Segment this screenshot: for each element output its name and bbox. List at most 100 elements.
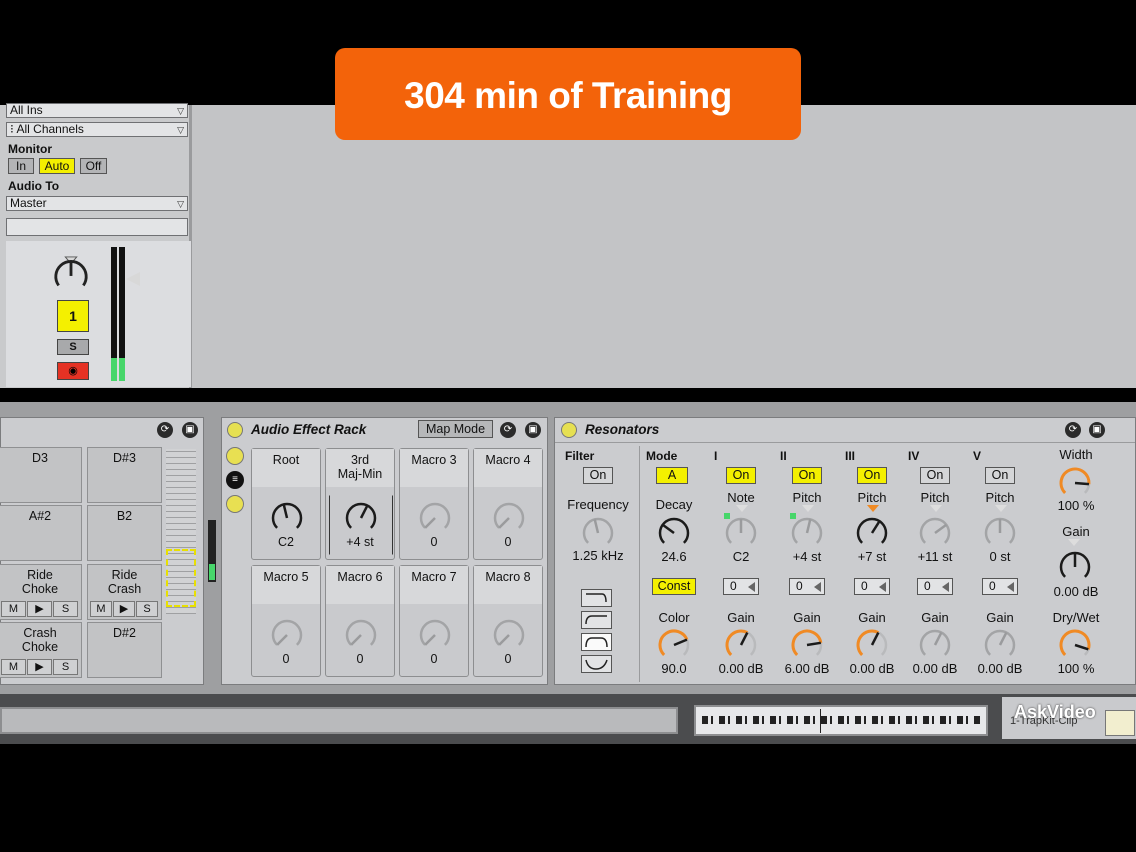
highpass-filter-button[interactable] — [581, 611, 612, 629]
solo-button[interactable]: S — [53, 601, 78, 617]
voice-pitch-knob[interactable] — [723, 514, 759, 550]
knob-dial[interactable] — [491, 499, 527, 535]
mode-a-button[interactable]: A — [656, 467, 688, 484]
device-view-icon[interactable] — [226, 495, 244, 513]
voice-gain-knob[interactable] — [982, 626, 1018, 662]
mute-button[interactable]: M — [1, 659, 26, 675]
hot-swap-icon[interactable]: ⟳ — [1065, 422, 1081, 438]
lowpass-icon — [586, 593, 607, 603]
voice-pitch-knob[interactable] — [917, 514, 953, 550]
knob-dial[interactable] — [269, 499, 305, 535]
knob-dial[interactable] — [491, 616, 527, 652]
drum-pad[interactable]: D#2 — [87, 622, 162, 678]
macro-value: 0 — [504, 652, 512, 666]
monitor-auto-button[interactable]: Auto — [39, 158, 75, 174]
frequency-knob[interactable] — [580, 514, 616, 550]
macro-knob-5[interactable]: Macro 5 0 — [251, 565, 321, 677]
mute-button[interactable]: M — [1, 601, 26, 617]
voice-on-button[interactable]: On — [792, 467, 822, 484]
voice-fine-tune-field[interactable]: 0 — [723, 578, 759, 595]
monitor-in-button[interactable]: In — [8, 158, 34, 174]
voice-fine-tune-field[interactable]: 0 — [982, 578, 1018, 595]
const-button[interactable]: Const — [652, 578, 696, 595]
output-gain-knob[interactable] — [1057, 548, 1093, 584]
macro-knob-4[interactable]: Macro 4 0 — [473, 448, 543, 560]
monitor-off-button[interactable]: Off — [80, 158, 107, 174]
solo-button[interactable]: S — [57, 339, 89, 355]
drum-pad[interactable]: D3 — [0, 447, 82, 503]
voice-pitch-knob[interactable] — [789, 514, 825, 550]
notch-filter-button[interactable] — [581, 655, 612, 673]
drum-pad[interactable]: D#3 — [87, 447, 162, 503]
power-icon[interactable] — [227, 422, 243, 438]
knob-dial[interactable] — [269, 616, 305, 652]
solo-button[interactable]: S — [136, 601, 158, 617]
macro-knob-7[interactable]: Macro 7 0 — [399, 565, 469, 677]
drum-pad[interactable]: B2 — [87, 505, 162, 561]
volume-marker-icon[interactable] — [126, 272, 140, 286]
color-knob[interactable] — [656, 626, 692, 662]
knob-dial[interactable] — [417, 499, 453, 535]
macro-knob-3[interactable]: Macro 3 0 — [399, 448, 469, 560]
voice-gain-value: 0.00 dB — [718, 661, 764, 676]
hot-swap-icon[interactable]: ⟳ — [157, 422, 173, 438]
hot-swap-icon[interactable]: ⟳ — [500, 422, 516, 438]
audio-to-dropdown[interactable]: Master ▽ — [6, 196, 188, 211]
audio-to-channel-dropdown[interactable] — [6, 218, 188, 236]
drum-pad[interactable]: Ride Crash M ▶ S — [87, 564, 162, 620]
voice-gain-knob[interactable] — [723, 626, 759, 662]
macro-knob-8[interactable]: Macro 8 0 — [473, 565, 543, 677]
save-preset-icon[interactable]: ▣ — [525, 422, 541, 438]
track-activator-button[interactable]: 1 — [57, 300, 89, 332]
drum-pad[interactable]: Crash Choke M ▶ S — [0, 622, 82, 678]
voice-pitch-knob[interactable] — [854, 514, 890, 550]
voice-gain-knob[interactable] — [917, 626, 953, 662]
play-icon[interactable]: ▶ — [27, 659, 52, 675]
lowpass-filter-button[interactable] — [581, 589, 612, 607]
arm-button[interactable]: ◉ — [57, 362, 89, 380]
width-knob[interactable] — [1057, 464, 1093, 500]
horizontal-scrollbar[interactable] — [0, 707, 678, 734]
voice-fine-tune-field[interactable]: 0 — [917, 578, 953, 595]
voice-fine-tune-field[interactable]: 0 — [789, 578, 825, 595]
pad-view-selector[interactable] — [166, 549, 196, 607]
solo-button[interactable]: S — [53, 659, 78, 675]
voice-on-button[interactable]: On — [857, 467, 887, 484]
drum-pad[interactable]: A#2 — [0, 505, 82, 561]
chain-list-icon[interactable]: ≡ — [226, 471, 244, 489]
decay-knob[interactable] — [656, 514, 692, 550]
filter-on-button[interactable]: On — [583, 467, 613, 484]
power-icon[interactable] — [561, 422, 577, 438]
frequency-value: 1.25 kHz — [572, 548, 624, 563]
pad-overview-grid[interactable] — [166, 449, 196, 614]
drywet-knob[interactable] — [1057, 626, 1093, 662]
mute-button[interactable]: M — [90, 601, 112, 617]
knob-dial[interactable] — [343, 616, 379, 652]
fine-tune-value: 0 — [730, 579, 737, 593]
voice-on-button[interactable]: On — [985, 467, 1015, 484]
knob-dial[interactable] — [417, 616, 453, 652]
clip-overview[interactable] — [694, 705, 988, 736]
voice-gain-knob[interactable] — [789, 626, 825, 662]
voice-pitch-knob[interactable] — [982, 514, 1018, 550]
save-preset-icon[interactable]: ▣ — [1089, 422, 1105, 438]
voice-numeral: V — [973, 449, 982, 463]
play-icon[interactable]: ▶ — [27, 601, 52, 617]
header-divider — [555, 442, 1135, 443]
voice-fine-tune-field[interactable]: 0 — [854, 578, 890, 595]
macro-view-icon[interactable] — [226, 447, 244, 465]
save-preset-icon[interactable]: ▣ — [182, 422, 198, 438]
bandpass-filter-button[interactable] — [581, 633, 612, 651]
play-icon[interactable]: ▶ — [113, 601, 135, 617]
macro-knob-6[interactable]: Macro 6 0 — [325, 565, 395, 677]
input-channel-dropdown[interactable]: ⁝ All Channels ▽ — [6, 122, 188, 137]
macro-knob-1[interactable]: Root C2 — [251, 448, 321, 560]
map-mode-button[interactable]: Map Mode — [418, 420, 493, 438]
macro-knob-2[interactable]: 3rd Maj-Min +4 st — [325, 448, 395, 560]
voice-gain-knob[interactable] — [854, 626, 890, 662]
drum-pad[interactable]: Ride Choke M ▶ S — [0, 564, 82, 620]
volume-knob[interactable] — [52, 256, 90, 294]
input-type-dropdown[interactable]: All Ins ▽ — [6, 103, 188, 118]
voice-on-button[interactable]: On — [920, 467, 950, 484]
voice-on-button[interactable]: On — [726, 467, 756, 484]
